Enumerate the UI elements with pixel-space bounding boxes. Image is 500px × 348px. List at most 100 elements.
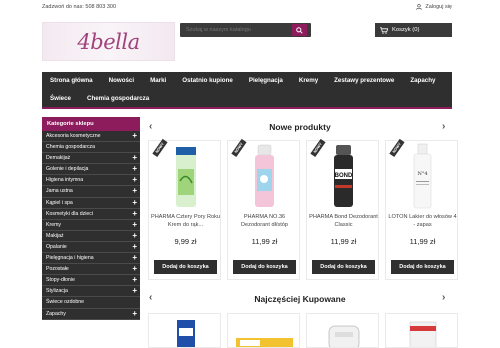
search-icon xyxy=(296,26,303,34)
nav-item-fragrances[interactable]: Zapachy xyxy=(402,72,443,90)
sidebar-category-label: Chemia gospodarcza xyxy=(46,144,96,151)
expand-plus-icon[interactable]: + xyxy=(132,309,137,319)
expand-plus-icon[interactable]: + xyxy=(132,220,137,230)
product-name[interactable]: PHARMA Cztery Pory Roku Krem do rąk... xyxy=(151,214,220,229)
product-name[interactable]: PHARMA Bond Dezodorant Classic xyxy=(309,214,378,229)
search-button[interactable] xyxy=(292,24,307,36)
product-card[interactable] xyxy=(148,313,221,348)
expand-plus-icon[interactable]: + xyxy=(132,231,137,241)
sidebar-category-item[interactable]: Stopy-dłonie + xyxy=(42,275,140,287)
sidebar-category-label: Stylizacja xyxy=(46,288,68,295)
nav-item-recent[interactable]: Ostatnio kupione xyxy=(174,72,241,90)
page: Zadzwoń do nas: 508 803 300 Zaloguj się … xyxy=(0,0,500,348)
sidebar-category-item[interactable]: Kremy + xyxy=(42,219,140,231)
carousel-next-icon[interactable]: › xyxy=(442,121,445,132)
nav-item-household[interactable]: Chemia gospodarcza xyxy=(79,90,157,108)
sidebar-category-label: Opalanie xyxy=(46,243,67,250)
product-card[interactable]: NOWY PHARMA Cztery Pory Roku Krem do rąk… xyxy=(148,138,221,280)
product-price: 11,99 zł xyxy=(409,237,436,246)
search-input[interactable] xyxy=(180,27,292,33)
expand-plus-icon[interactable]: + xyxy=(132,131,137,141)
sidebar-category-item[interactable]: Kąpiel i spa + xyxy=(42,197,140,209)
product-card[interactable] xyxy=(306,313,379,348)
product-card[interactable]: NOWY PHARMA NO.36 Dezodorant dł/stóp 11,… xyxy=(227,138,300,280)
expand-plus-icon[interactable]: + xyxy=(132,153,137,163)
category-sidebar: Kategorie sklepu Akcesoria kosmetyczne + C… xyxy=(42,117,140,320)
sidebar-category-item[interactable]: Pielęgnacja i higiena + xyxy=(42,253,140,265)
product-card[interactable] xyxy=(227,313,300,348)
user-icon xyxy=(416,4,423,10)
nav-item-home[interactable]: Strona główna xyxy=(42,72,101,90)
sidebar-category-label: Higiena intymna xyxy=(46,177,84,184)
sidebar-category-item[interactable]: Golenie i depilacja + xyxy=(42,164,140,176)
search-bar xyxy=(180,23,311,37)
sidebar-category-label: Stopy-dłonie xyxy=(46,277,75,284)
sidebar-category-item[interactable]: Zapachy + xyxy=(42,308,140,320)
nav-item-new[interactable]: Nowości xyxy=(101,72,142,90)
sidebar-category-label: Golenie i depilacja xyxy=(46,166,89,173)
login-label: Zaloguj się xyxy=(425,4,452,10)
expand-plus-icon[interactable]: + xyxy=(132,253,137,263)
nav-item-gift-sets[interactable]: Zestawy prezentowe xyxy=(326,72,402,90)
sidebar-category-item[interactable]: Kosmetyki dla dzieci + xyxy=(42,208,140,220)
logo-text: 4bella xyxy=(77,29,140,54)
cart-button[interactable]: Koszyk (0) xyxy=(375,23,452,37)
sidebar-category-label: Pielęgnacja i higiena xyxy=(46,255,94,262)
sidebar-category-label: Kąpiel i spa xyxy=(46,199,73,206)
sidebar-category-item[interactable]: Higiena intymna + xyxy=(42,175,140,187)
best-sellers-title: Najczęściej Kupowane xyxy=(254,294,346,304)
new-products-title: Nowe produkty xyxy=(269,122,331,132)
product-card[interactable]: BOND NOWY PHARMA Bond Dezodorant Classic… xyxy=(306,138,379,280)
sidebar-category-item[interactable]: Stylizacja + xyxy=(42,286,140,298)
sidebar-category-item[interactable]: Jama ustna + xyxy=(42,186,140,198)
nav-item-creams[interactable]: Kremy xyxy=(291,72,326,90)
sidebar-category-item[interactable]: Opalanie + xyxy=(42,241,140,254)
expand-plus-icon[interactable]: + xyxy=(132,198,137,208)
expand-plus-icon[interactable]: + xyxy=(132,209,137,219)
add-to-cart-button[interactable]: Dodaj do koszyka xyxy=(391,260,454,274)
nav-item-care[interactable]: Pielęgnacja xyxy=(241,72,291,90)
topbar: Zadzwoń do nas: 508 803 300 Zaloguj się xyxy=(42,0,452,14)
sidebar-category-label: Kremy xyxy=(46,221,61,228)
sidebar-category-label: Zapachy xyxy=(46,310,66,317)
sidebar-category-label: Makijaż xyxy=(46,232,64,239)
expand-plus-icon[interactable]: + xyxy=(132,275,137,285)
expand-plus-icon[interactable]: + xyxy=(132,286,137,296)
sidebar-category-item[interactable]: Pozostałe + xyxy=(42,264,140,276)
sidebar-category-item[interactable]: Chemia gospodarcza xyxy=(42,142,140,154)
product-card[interactable] xyxy=(385,313,458,348)
phone-text: Zadzwoń do nas: 508 803 300 xyxy=(42,4,117,10)
sidebar-category-item[interactable]: Akcesoria kosmetyczne + xyxy=(42,131,140,143)
product-price: 9,99 zł xyxy=(174,237,197,246)
carousel-prev-icon[interactable]: ‹ xyxy=(149,121,152,132)
expand-plus-icon[interactable]: + xyxy=(132,242,137,252)
add-to-cart-button[interactable]: Dodaj do koszyka xyxy=(233,260,296,274)
product-name[interactable]: PHARMA NO.36 Dezodorant dł/stóp xyxy=(230,214,299,229)
product-card[interactable]: N°4 NOWY LOTON Lakier do włosów 4 - zapa… xyxy=(385,138,458,280)
nav-item-brands[interactable]: Marki xyxy=(142,72,174,90)
expand-plus-icon[interactable]: + xyxy=(132,186,137,196)
site-logo[interactable]: 4bella xyxy=(42,22,175,61)
sidebar-category-label: Demakijaż xyxy=(46,155,71,162)
expand-plus-icon[interactable]: + xyxy=(132,264,137,274)
sidebar-category-label: Świece ozdobne xyxy=(46,299,85,306)
add-to-cart-button[interactable]: Dodaj do koszyka xyxy=(154,260,217,274)
nav-item-candles[interactable]: Świece xyxy=(42,90,79,108)
sidebar-category-item[interactable]: Świece ozdobne xyxy=(42,297,140,309)
svg-text:N°4: N°4 xyxy=(417,171,427,177)
expand-plus-icon[interactable]: + xyxy=(132,175,137,185)
cart-label: Koszyk (0) xyxy=(392,27,420,33)
category-sidebar-title: Kategorie sklepu xyxy=(42,117,140,131)
add-to-cart-button[interactable]: Dodaj do koszyka xyxy=(312,260,375,274)
sidebar-category-item[interactable]: Demakijaż + xyxy=(42,153,140,165)
sidebar-category-item[interactable]: Makijaż + xyxy=(42,230,140,242)
carousel-prev-icon[interactable]: ‹ xyxy=(149,292,152,303)
expand-plus-icon[interactable]: + xyxy=(132,164,137,174)
svg-text:BOND: BOND xyxy=(335,173,353,179)
sidebar-category-label: Jama ustna xyxy=(46,188,73,195)
login-link[interactable]: Zaloguj się xyxy=(416,4,452,10)
product-price: 11,99 zł xyxy=(330,237,357,246)
product-name[interactable]: LOTON Lakier do włosów 4 - zapas xyxy=(388,214,457,229)
product-price: 11,99 zł xyxy=(251,237,278,246)
carousel-next-icon[interactable]: › xyxy=(442,292,445,303)
